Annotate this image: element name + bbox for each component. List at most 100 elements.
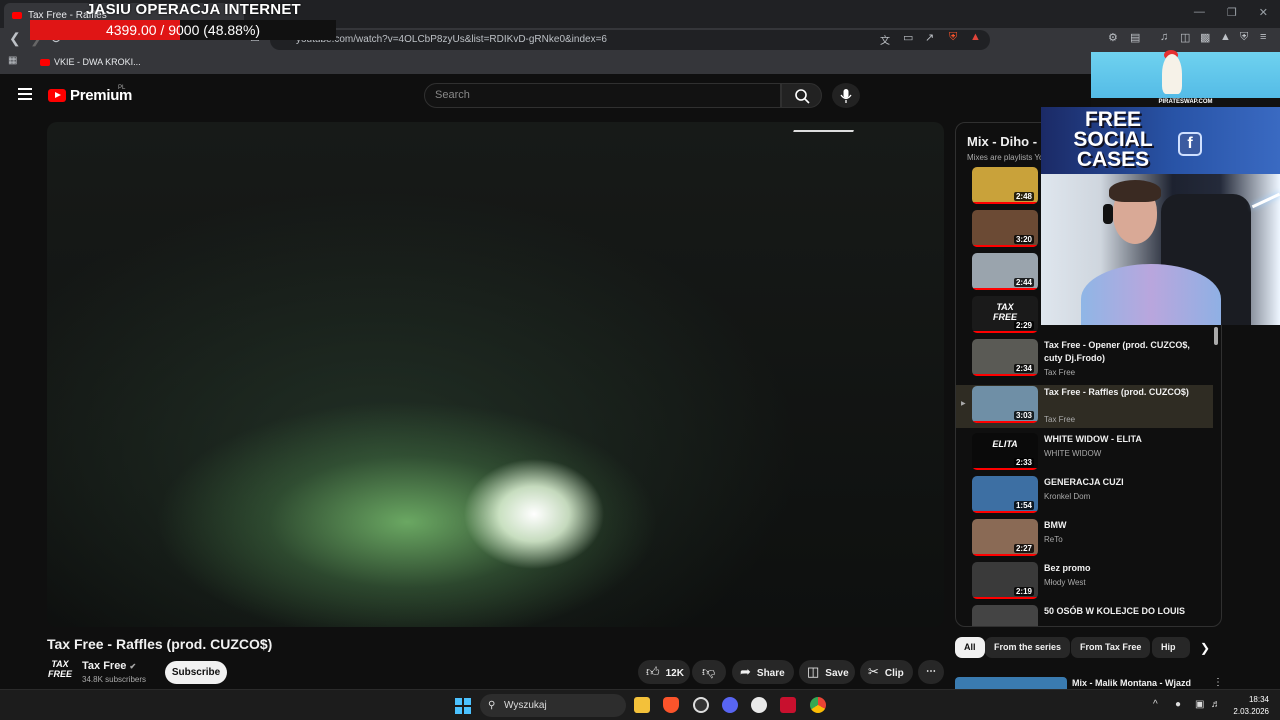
chrome-icon[interactable] [810, 697, 826, 713]
playlist-thumbnail: 1:54 [972, 476, 1038, 513]
translate-icon[interactable]: 文 [880, 32, 890, 47]
like-button[interactable]: 👍︎ 12K [638, 660, 690, 684]
youtube-bookmark-icon [40, 59, 50, 66]
share-button[interactable]: ➦ Share [732, 660, 794, 684]
playlist-item[interactable]: 2:19 Bez promo Młody West [956, 561, 1213, 604]
more-icon: ⋯ [926, 666, 936, 677]
extensions-icon[interactable]: ⚙ [1108, 31, 1118, 44]
chip-from-the-series[interactable]: From the series [985, 637, 1071, 658]
thumbnail-text: ELITA [992, 439, 1018, 449]
brave-browser-icon[interactable] [663, 697, 679, 713]
playlist-scrollbar[interactable] [1214, 327, 1218, 345]
watched-bar [972, 374, 1038, 376]
playlist-thumbnail: 2:19 [972, 562, 1038, 599]
dislike-button[interactable]: 👎︎ [692, 660, 726, 684]
duration-badge: 2:44 [1013, 278, 1034, 287]
search-input[interactable]: Search [424, 83, 781, 108]
network-icon[interactable]: ▣ [1195, 699, 1204, 710]
channel-name[interactable]: Tax Free ✔ [82, 660, 136, 672]
watched-bar [972, 554, 1038, 556]
playlist-item-title: WHITE WIDOW - ELITA [1044, 434, 1142, 444]
subscribe-button[interactable]: Subscribe [165, 661, 227, 684]
obs-icon[interactable] [751, 697, 767, 713]
playlist-item[interactable]: ▶ 3:03 Tax Free - Raffles (prod. CUZCO$) Ta… [956, 385, 1213, 428]
brave-rewards-icon[interactable]: ▲ [970, 31, 981, 43]
taskbar-clock[interactable]: 18:34 2.03.2026 [1233, 694, 1269, 718]
back-icon[interactable]: ❮ [9, 30, 21, 47]
playlist-thumbnail [972, 605, 1038, 626]
panel-icon[interactable]: ◫ [1180, 31, 1190, 44]
youtube-play-icon [48, 89, 66, 102]
playlist-thumbnail: ELITA 2:33 [972, 433, 1038, 470]
playlist-thumbnail: 3:20 [972, 210, 1038, 247]
duration-badge: 2:29 [1013, 321, 1034, 330]
share-page-icon[interactable]: ↗ [925, 31, 934, 44]
window-controls: — ❐ ✕ [1194, 6, 1268, 19]
chip-all[interactable]: All [955, 637, 985, 658]
chip-from-tax-free[interactable]: From Tax Free [1071, 637, 1151, 658]
watched-bar [972, 468, 1038, 470]
more-actions-button[interactable]: ⋯ [918, 660, 944, 684]
taskbar-search[interactable]: ⚲ Wyszukaj [480, 694, 626, 717]
media-icon[interactable]: ♫ [1160, 31, 1168, 43]
chip-hip-hop[interactable]: Hip ho [1152, 637, 1190, 658]
brave-shield-icon[interactable]: ⛨ [949, 31, 957, 44]
bookmark-item[interactable]: VKIE - DWA KROKI... [54, 57, 141, 67]
channel-name-text: Tax Free [82, 660, 127, 672]
sidebar-icon[interactable]: ▤ [1130, 31, 1140, 44]
cast-icon[interactable]: ▭ [903, 31, 913, 44]
playlist-item[interactable]: 1:54 GENERACJA CUZI Kronkel Dom [956, 475, 1213, 518]
duration-badge: 2:19 [1013, 587, 1034, 596]
ad-domain-text: PIRATESWAP.COM [1091, 98, 1280, 107]
playlist-item[interactable]: ELITA 2:33 WHITE WIDOW - ELITA WHITE WIDOW [956, 432, 1213, 475]
playlist-item-title: Tax Free - Raffles (prod. CUZCO$) [1044, 387, 1189, 397]
video-player[interactable] [47, 122, 944, 627]
now-playing-icon: ▶ [961, 401, 966, 407]
recommended-video[interactable]: Mix - Malik Montana - Wjazd ⋮ [955, 675, 1223, 689]
restore-icon[interactable]: ❐ [1227, 6, 1237, 19]
steam-icon[interactable] [693, 697, 709, 713]
channel-avatar[interactable]: TAX FREE [47, 659, 73, 685]
verified-icon: ✔ [129, 662, 137, 671]
close-icon[interactable]: ✕ [1259, 6, 1268, 19]
playlist-item-channel: ReTo [1044, 535, 1063, 544]
playlist-item[interactable]: 2:34 Tax Free - Opener (prod. CUZCO$, cut… [956, 338, 1213, 381]
youtube-favicon-icon [12, 12, 22, 19]
tray-chevron-icon[interactable]: ^ [1153, 699, 1158, 710]
minimize-icon[interactable]: — [1194, 6, 1205, 19]
leo-icon[interactable]: ▲ [1220, 31, 1231, 43]
watched-bar [972, 597, 1038, 599]
free-social-cases-ad: FREE SOCIAL CASES [1041, 107, 1280, 174]
playlist-item[interactable]: 50 OSÓB W KOLEJCE DO LOUIS [956, 604, 1213, 626]
bookmarks-bar: ▦ VKIE - DWA KROKI... [0, 52, 1280, 74]
vpn-icon[interactable]: ⛨ [1240, 31, 1248, 44]
file-explorer-icon[interactable] [634, 697, 650, 713]
microphone-tray-icon[interactable]: ● [1175, 699, 1181, 710]
search-button[interactable] [781, 83, 822, 108]
adobe-icon[interactable] [780, 697, 796, 713]
windows-start-icon[interactable] [455, 698, 471, 714]
clip-label: Clip [884, 668, 904, 679]
save-button[interactable]: ◫ Save [799, 660, 855, 684]
duration-badge: 3:03 [1013, 411, 1034, 420]
kebab-menu-icon[interactable]: ⋮ [1213, 677, 1223, 688]
microphone-icon [840, 89, 852, 103]
playlist-item-title: 50 OSÓB W KOLEJCE DO LOUIS [1044, 606, 1186, 616]
playlist-item-channel: WHITE WIDOW [1044, 449, 1102, 458]
duration-badge: 2:34 [1013, 364, 1034, 373]
wallet-icon[interactable]: ▩ [1200, 31, 1210, 44]
menu-icon[interactable]: ≡ [1260, 31, 1266, 43]
playlist-thumbnail: TAX FREE 2:29 [972, 296, 1038, 333]
apps-grid-icon[interactable]: ▦ [8, 55, 17, 66]
youtube-logo[interactable]: Premium PL [48, 85, 132, 104]
scissors-icon: ✂ [868, 664, 879, 679]
discord-icon[interactable] [722, 697, 738, 713]
clock-time: 18:34 [1248, 695, 1269, 704]
voice-search-button[interactable] [832, 83, 860, 108]
hamburger-menu-icon[interactable] [18, 88, 32, 100]
clip-button[interactable]: ✂ Clip [860, 660, 913, 684]
chips-next-icon[interactable]: ❯ [1200, 641, 1210, 655]
playlist-item[interactable]: 2:27 BMW ReTo [956, 518, 1213, 561]
facebook-icon: f [1178, 132, 1202, 156]
volume-icon[interactable]: ♬ [1211, 699, 1221, 710]
